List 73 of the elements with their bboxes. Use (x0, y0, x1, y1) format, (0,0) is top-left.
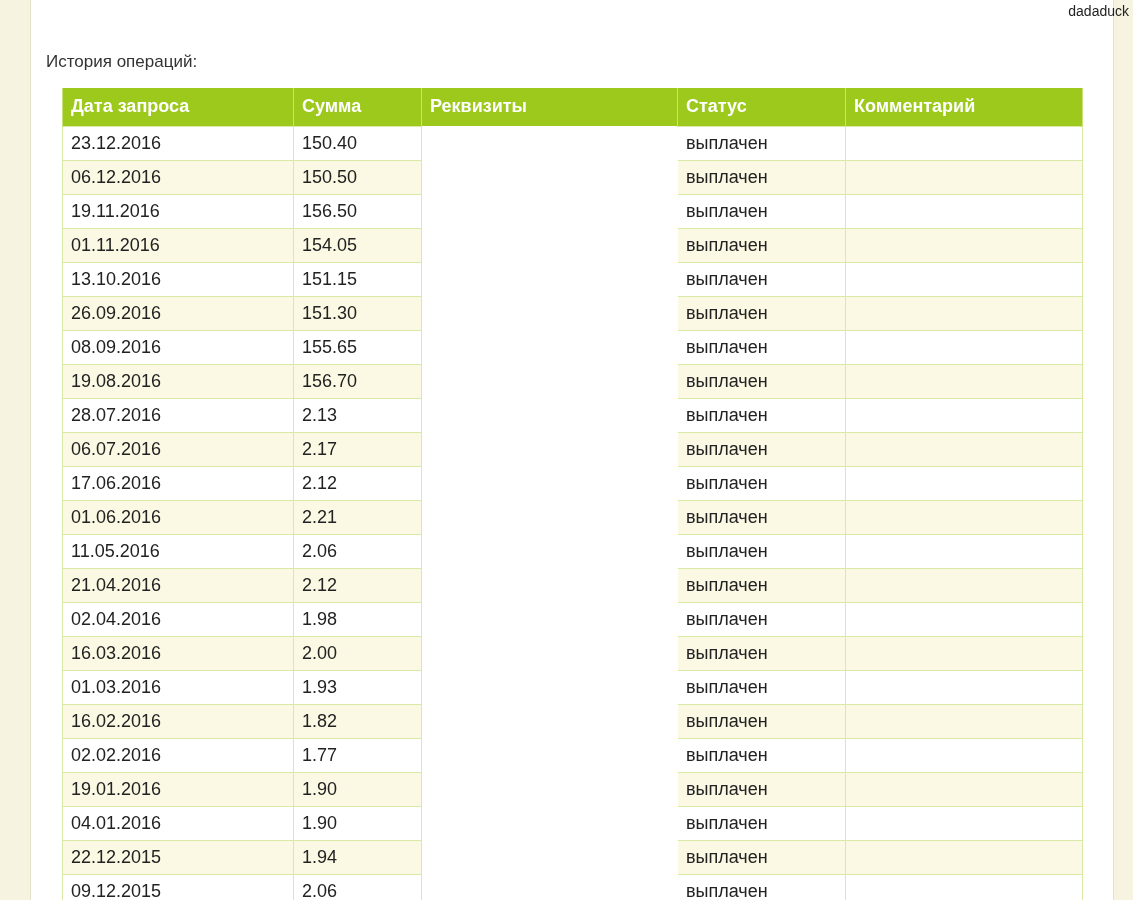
table-cell: 1.94 (293, 840, 422, 874)
table-cell: выплачен (677, 636, 846, 670)
table-cell: 23.12.2016 (62, 126, 294, 160)
table-cell: выплачен (677, 126, 846, 160)
table-cell: 2.17 (293, 432, 422, 466)
table-cell: выплачен (677, 670, 846, 704)
table-cell: 16.02.2016 (62, 704, 294, 738)
username[interactable]: dadaduck (1068, 1, 1129, 22)
table-cell: выплачен (677, 602, 846, 636)
table-cell: выплачен (677, 228, 846, 262)
table-cell: 1.98 (293, 602, 422, 636)
table-cell: 2.12 (293, 568, 422, 602)
table-cell: 154.05 (293, 228, 422, 262)
table-cell: 19.08.2016 (62, 364, 294, 398)
table-cell: выплачен (677, 840, 846, 874)
table-cell: 1.90 (293, 806, 422, 840)
table-cell: 17.06.2016 (62, 466, 294, 500)
table-cell: 1.90 (293, 772, 422, 806)
table-cell: 06.07.2016 (62, 432, 294, 466)
table-cell: 1.82 (293, 704, 422, 738)
table-cell: 2.00 (293, 636, 422, 670)
section-title: История операций: (46, 51, 199, 73)
table-cell: 11.05.2016 (62, 534, 294, 568)
table-cell: выплачен (677, 398, 846, 432)
table-cell: выплачен (677, 704, 846, 738)
table-cell: 01.11.2016 (62, 228, 294, 262)
column-header: Статус (677, 88, 846, 126)
table-cell: 01.03.2016 (62, 670, 294, 704)
table-cell: 156.50 (293, 194, 422, 228)
table-cell: 01.06.2016 (62, 500, 294, 534)
table-cell: 22.12.2015 (62, 840, 294, 874)
table-cell: 26.09.2016 (62, 296, 294, 330)
table-cell: выплачен (677, 194, 846, 228)
table-cell: выплачен (677, 330, 846, 364)
table-cell: 151.15 (293, 262, 422, 296)
table-cell: 2.06 (293, 534, 422, 568)
table-cell: 04.01.2016 (62, 806, 294, 840)
table-cell: выплачен (677, 534, 846, 568)
column-header: Комментарий (845, 88, 1083, 126)
table-cell: выплачен (677, 432, 846, 466)
table-cell: 19.01.2016 (62, 772, 294, 806)
column-header: Дата запроса (62, 88, 294, 126)
table-cell: 19.11.2016 (62, 194, 294, 228)
table-cell: 08.09.2016 (62, 330, 294, 364)
table-cell: выплачен (677, 262, 846, 296)
table-cell: 28.07.2016 (62, 398, 294, 432)
table-cell: 21.04.2016 (62, 568, 294, 602)
table-cell: выплачен (677, 568, 846, 602)
table-cell: 150.50 (293, 160, 422, 194)
table-cell: 2.21 (293, 500, 422, 534)
table-cell: 2.13 (293, 398, 422, 432)
table-cell: 09.12.2015 (62, 874, 294, 900)
table-cell: выплачен (677, 160, 846, 194)
table-cell: 2.12 (293, 466, 422, 500)
table-cell: 1.77 (293, 738, 422, 772)
table-cell: 155.65 (293, 330, 422, 364)
table-cell: 06.12.2016 (62, 160, 294, 194)
table-cell: 16.03.2016 (62, 636, 294, 670)
table-cell: выплачен (677, 466, 846, 500)
table-cell: выплачен (677, 296, 846, 330)
table-cell: 02.02.2016 (62, 738, 294, 772)
column-header: Сумма (293, 88, 422, 126)
table-cell: 156.70 (293, 364, 422, 398)
table-cell: 02.04.2016 (62, 602, 294, 636)
table-cell: 13.10.2016 (62, 262, 294, 296)
table-cell: выплачен (677, 806, 846, 840)
table-cell: выплачен (677, 364, 846, 398)
table-cell: выплачен (677, 738, 846, 772)
table-cell: 1.93 (293, 670, 422, 704)
table-cell: 150.40 (293, 126, 422, 160)
table-cell: выплачен (677, 772, 846, 806)
table-cell: 151.30 (293, 296, 422, 330)
table-cell: выплачен (677, 500, 846, 534)
